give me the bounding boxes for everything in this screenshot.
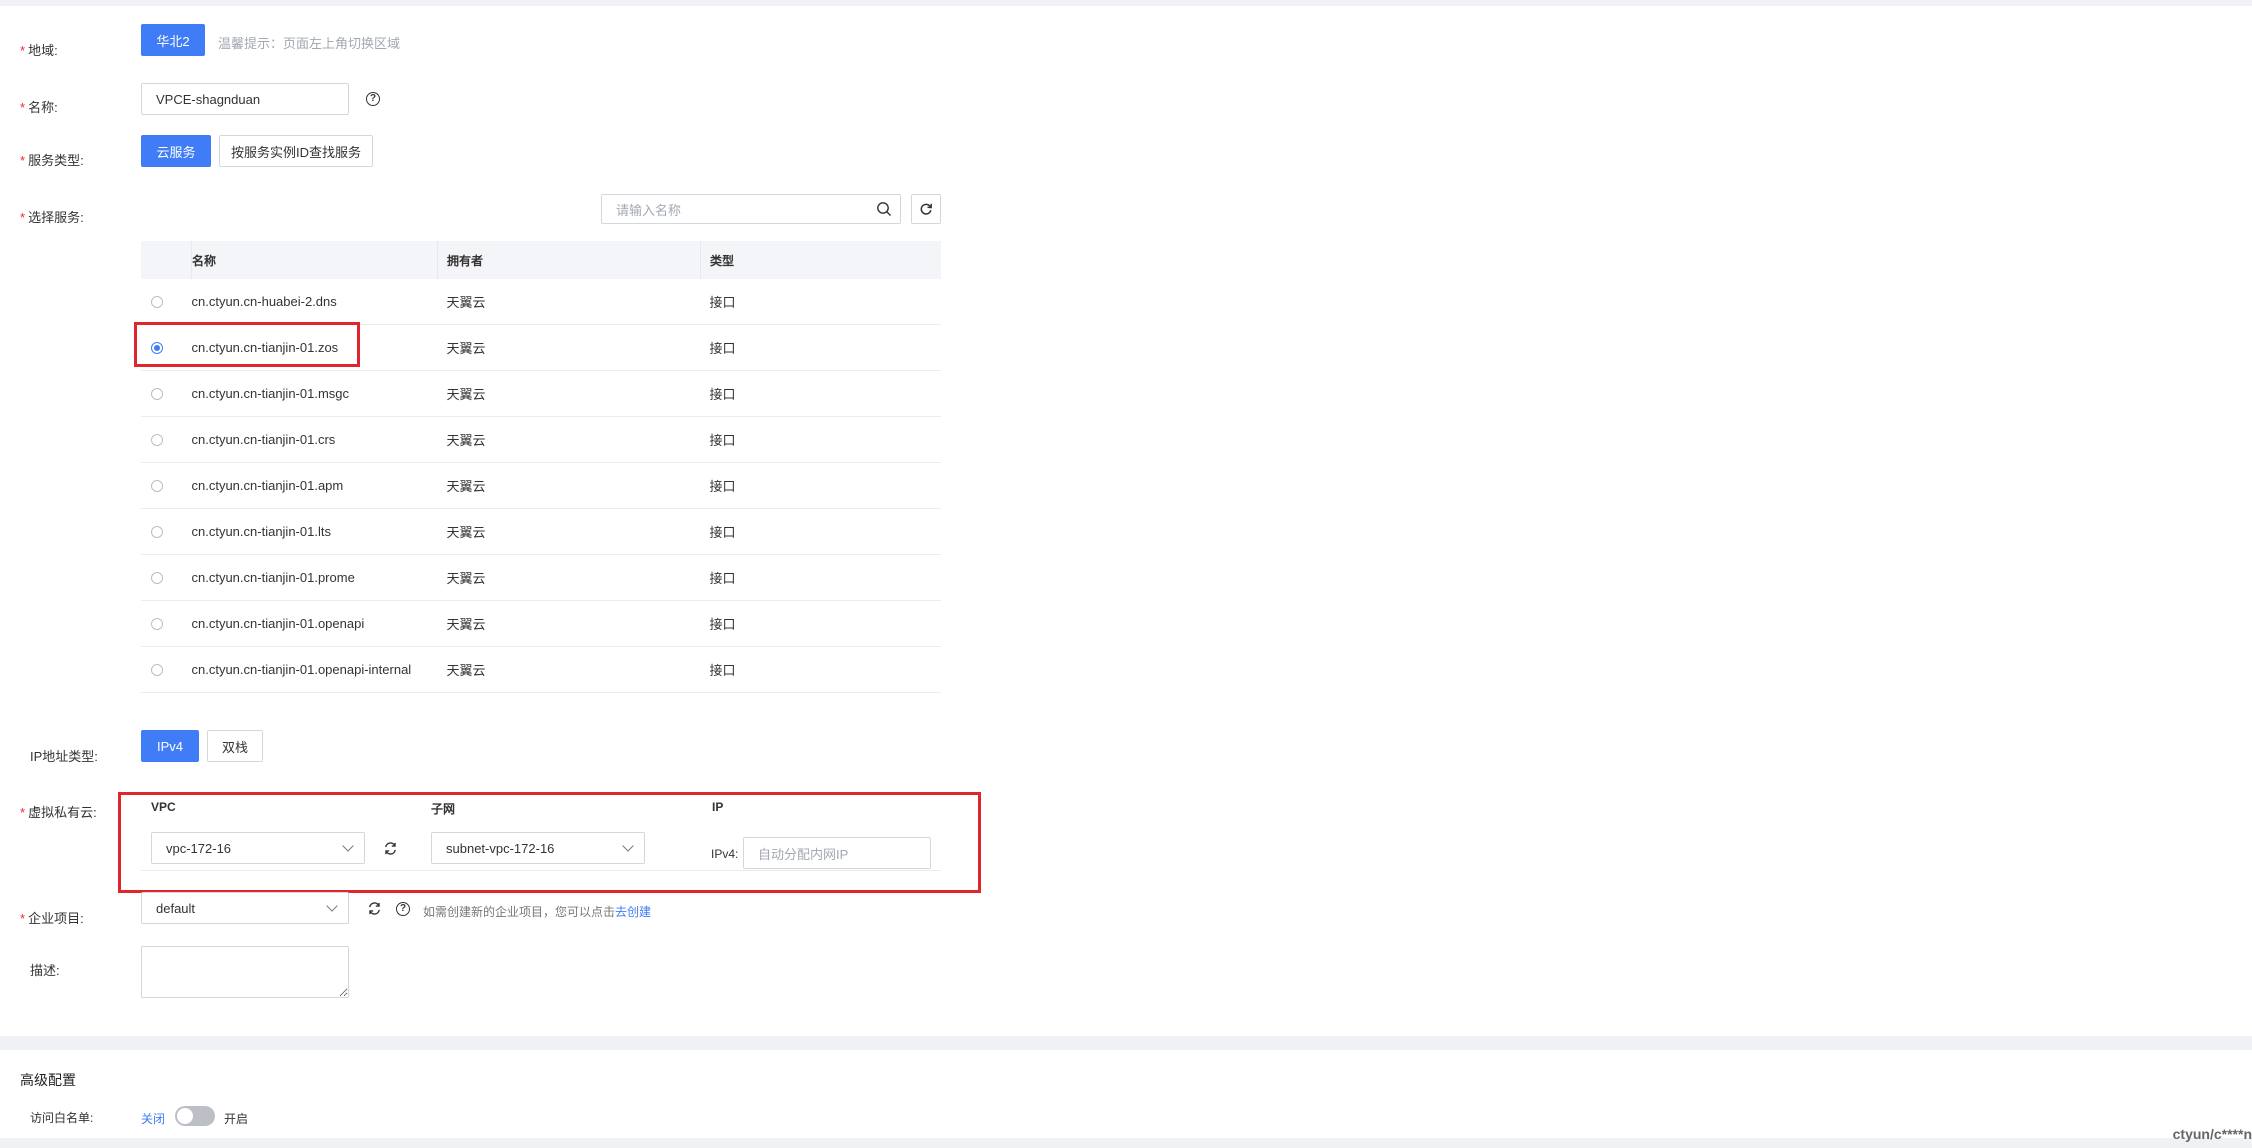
advanced-title: 高级配置 [20, 1072, 76, 1088]
description-label: 描述: [30, 963, 60, 978]
service-type-cloud-button[interactable]: 云服务 [141, 135, 211, 167]
vpc-highlight [118, 792, 981, 893]
region-label: * 地域: [20, 43, 58, 58]
service-owner: 天翼云 [437, 279, 701, 325]
footer-username: ctyun/c****n [2172, 1126, 2252, 1142]
table-header-type: 类型 [700, 241, 941, 279]
description-textarea[interactable] [141, 946, 349, 998]
name-label: * 名称: [20, 100, 58, 115]
row-radio[interactable] [151, 525, 163, 538]
service-type: 接口 [700, 279, 941, 325]
whitelist-off-label: 关闭 [141, 1112, 166, 1126]
chevron-down-icon [326, 900, 338, 912]
service-name: cn.ctyun.cn-tianjin-01.msgc [191, 370, 438, 417]
service-table: 名称 拥有者 类型 cn.ctyun.cn-huabei-2.dns 天翼云 接… [141, 241, 941, 693]
service-type: 接口 [700, 554, 941, 601]
service-type: 接口 [700, 462, 941, 509]
whitelist-on-label: 开启 [224, 1112, 249, 1126]
table-row[interactable]: cn.ctyun.cn-huabei-2.dns 天翼云 接口 [141, 279, 941, 325]
enterprise-label: * 企业项目: [20, 911, 84, 926]
service-owner: 天翼云 [437, 600, 701, 647]
region-button[interactable]: 华北2 [141, 24, 205, 56]
refresh-button[interactable] [911, 194, 941, 224]
service-name: cn.ctyun.cn-tianjin-01.lts [191, 508, 438, 555]
row-radio[interactable] [151, 387, 163, 400]
service-type: 接口 [700, 600, 941, 647]
service-type-instance-id-button[interactable]: 按服务实例ID查找服务 [219, 135, 373, 167]
help-icon[interactable]: ? [366, 92, 380, 106]
row-radio[interactable] [151, 433, 163, 446]
service-type: 接口 [700, 646, 941, 693]
service-owner: 天翼云 [437, 508, 701, 555]
service-type: 接口 [700, 324, 941, 371]
form-card: * 地域: 华北2 温馨提示：页面左上角切换区域 * 名称: VPCE-shagnd… [0, 6, 2252, 1036]
table-row[interactable]: cn.ctyun.cn-tianjin-01.openapi 天翼云 接口 [141, 600, 941, 647]
refresh-icon [920, 203, 933, 215]
region-hint: 温馨提示：页面左上角切换区域 [218, 36, 401, 51]
table-row[interactable]: cn.ctyun.cn-tianjin-01.crs 天翼云 接口 [141, 416, 941, 463]
enterprise-select[interactable]: default [141, 892, 349, 924]
row-radio[interactable] [151, 295, 163, 308]
row-radio[interactable] [151, 663, 163, 676]
row-radio[interactable] [151, 617, 163, 630]
table-header-row: 名称 拥有者 类型 [141, 241, 941, 279]
select-service-label: * 选择服务: [20, 210, 84, 225]
service-owner: 天翼云 [437, 416, 701, 463]
service-type-label: * 服务类型: [20, 153, 84, 168]
enterprise-hint: 如需创建新的企业项目，您可以点击去创建 [423, 905, 652, 919]
help-icon[interactable]: ? [396, 902, 410, 916]
service-name: cn.ctyun.cn-tianjin-01.crs [191, 416, 438, 463]
vpc-label: * 虚拟私有云: [20, 805, 97, 820]
whitelist-label: 访问白名单: [30, 1111, 94, 1125]
ip-type-label: IP地址类型: [30, 749, 98, 764]
service-type: 接口 [700, 370, 941, 417]
service-type: 接口 [700, 416, 941, 463]
table-header-name: 名称 [191, 241, 438, 279]
table-row[interactable]: cn.ctyun.cn-tianjin-01.lts 天翼云 接口 [141, 508, 941, 555]
whitelist-toggle[interactable] [175, 1106, 215, 1126]
table-row[interactable]: cn.ctyun.cn-tianjin-01.msgc 天翼云 接口 [141, 370, 941, 417]
search-icon[interactable] [876, 201, 892, 217]
service-owner: 天翼云 [437, 324, 701, 371]
service-owner: 天翼云 [437, 646, 701, 693]
table-row[interactable]: cn.ctyun.cn-tianjin-01.prome 天翼云 接口 [141, 554, 941, 601]
table-row[interactable]: cn.ctyun.cn-tianjin-01.openapi-internal … [141, 646, 941, 693]
create-enterprise-link[interactable]: 去创建 [615, 905, 651, 919]
row-radio[interactable] [151, 571, 163, 584]
service-owner: 天翼云 [437, 554, 701, 601]
advanced-card: 高级配置 访问白名单: 关闭 开启 [0, 1050, 2252, 1138]
service-type: 接口 [700, 508, 941, 555]
table-row[interactable]: cn.ctyun.cn-tianjin-01.apm 天翼云 接口 [141, 462, 941, 509]
service-name: cn.ctyun.cn-tianjin-01.prome [191, 554, 438, 601]
name-input[interactable]: VPCE-shagnduan [141, 83, 349, 115]
refresh-icon[interactable] [367, 901, 382, 916]
table-header-select [141, 241, 192, 279]
service-search-input[interactable]: 请输入名称 [601, 194, 901, 224]
row-radio[interactable] [151, 479, 163, 492]
service-owner: 天翼云 [437, 462, 701, 509]
table-header-owner: 拥有者 [437, 241, 701, 279]
service-name: cn.ctyun.cn-tianjin-01.apm [191, 462, 438, 509]
ip-type-ipv4-button[interactable]: IPv4 [141, 730, 199, 762]
service-name: cn.ctyun.cn-huabei-2.dns [191, 279, 438, 325]
service-name: cn.ctyun.cn-tianjin-01.openapi-internal [191, 646, 438, 693]
service-owner: 天翼云 [437, 370, 701, 417]
ip-type-dual-stack-button[interactable]: 双栈 [207, 730, 263, 762]
service-name: cn.ctyun.cn-tianjin-01.openapi [191, 600, 438, 647]
selected-row-highlight [134, 322, 360, 367]
